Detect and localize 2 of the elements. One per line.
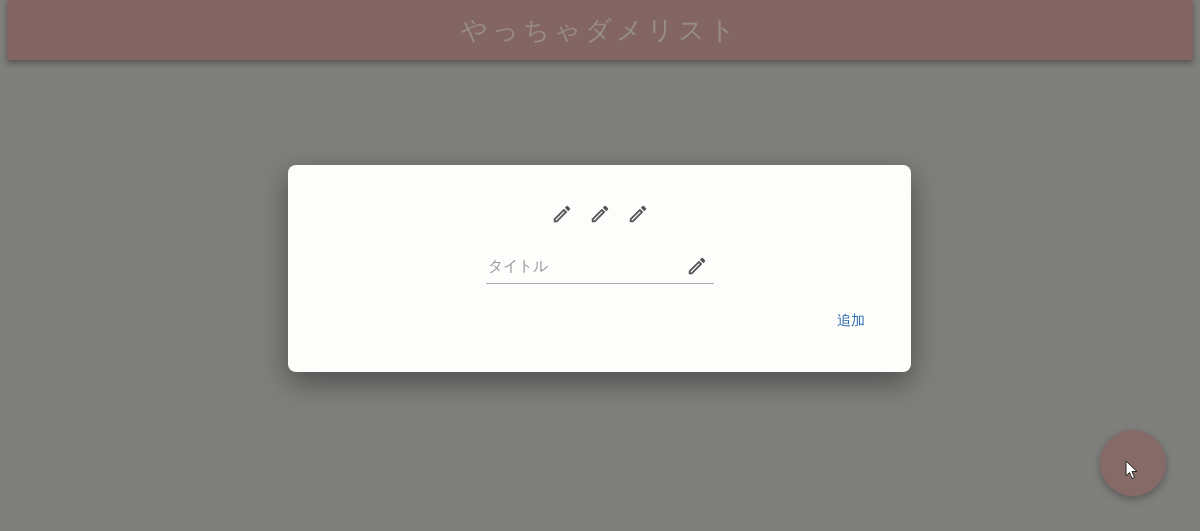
mouse-cursor-icon — [1125, 460, 1138, 480]
add-button[interactable]: 追加 — [827, 306, 875, 336]
